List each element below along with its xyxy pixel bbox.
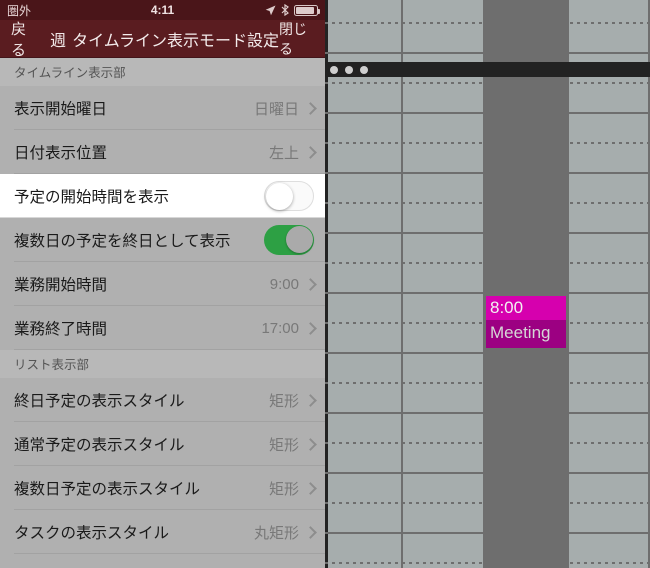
calendar-timeline-panel[interactable]: 8:00 Meeting xyxy=(325,0,650,568)
show-start-time-toggle[interactable] xyxy=(264,181,314,211)
row-show-start-time[interactable]: 予定の開始時間を表示 xyxy=(0,174,325,218)
row-separator xyxy=(14,553,325,554)
allday-dot-icon xyxy=(360,65,368,74)
row-label: タスクの表示スタイル xyxy=(14,525,170,542)
settings-panel: 圏外 4:11 戻る 週 タイムライン表示モード設定 閉じる タイムライン表示部 xyxy=(0,0,325,568)
row-accessory: 17:00 xyxy=(261,320,314,337)
row-multiday-as-allday[interactable]: 複数日の予定を終日として表示 xyxy=(0,218,325,262)
row-accessory: 9:00 xyxy=(270,276,314,293)
status-icons xyxy=(265,4,320,16)
calendar-day-column[interactable] xyxy=(569,0,650,568)
row-value: 矩形 xyxy=(268,392,299,410)
chevron-right-icon xyxy=(306,146,314,159)
row-accessory: 丸矩形 xyxy=(254,522,314,543)
row-value: 矩形 xyxy=(268,480,299,498)
calendar-day-column[interactable] xyxy=(403,0,485,568)
row-accessory: 矩形 xyxy=(269,390,314,411)
row-work-end-time[interactable]: 業務終了時間 17:00 xyxy=(0,306,325,350)
row-accessory xyxy=(264,181,314,211)
page-title: タイムライン表示モード設定 xyxy=(72,32,279,50)
row-value: 矩形 xyxy=(268,436,299,454)
toggle-knob xyxy=(266,183,293,210)
chevron-right-icon xyxy=(306,526,314,539)
chevron-right-icon xyxy=(306,438,314,451)
row-label: 複数日予定の表示スタイル xyxy=(14,481,201,498)
row-label: 予定の開始時間を表示 xyxy=(14,189,170,206)
row-accessory xyxy=(264,225,314,255)
row-accessory: 矩形 xyxy=(269,434,314,455)
row-normal-style[interactable]: 通常予定の表示スタイル 矩形 xyxy=(0,422,325,466)
section-header-timeline: タイムライン表示部 xyxy=(0,58,325,86)
row-label: 業務開始時間 xyxy=(14,277,108,294)
row-label: 業務終了時間 xyxy=(14,321,108,338)
row-allday-style[interactable]: 終日予定の表示スタイル 矩形 xyxy=(0,378,325,422)
battery-icon xyxy=(294,4,320,16)
navigation-bar: 戻る 週 タイムライン表示モード設定 閉じる xyxy=(0,18,325,60)
bluetooth-icon xyxy=(281,4,289,16)
row-separator xyxy=(14,349,325,350)
row-start-weekday[interactable]: 表示開始曜日 日曜日 xyxy=(0,86,325,130)
row-value: 9:00 xyxy=(269,275,299,293)
row-label: 日付表示位置 xyxy=(14,145,108,162)
allday-dot-icon xyxy=(330,65,338,74)
event-title-label: Meeting xyxy=(490,323,551,342)
row-work-start-time[interactable]: 業務開始時間 9:00 xyxy=(0,262,325,306)
status-bar: 圏外 4:11 xyxy=(0,0,325,20)
row-accessory: 左上 xyxy=(269,142,314,163)
row-value: 丸矩形 xyxy=(253,524,299,542)
calendar-day-column[interactable] xyxy=(325,0,403,568)
row-label: 表示開始曜日 xyxy=(14,101,108,118)
calendar-grid xyxy=(325,0,650,568)
allday-dot-icon xyxy=(345,65,353,74)
chevron-right-icon xyxy=(306,322,314,335)
row-date-position[interactable]: 日付表示位置 左上 xyxy=(0,130,325,174)
calendar-event-meeting[interactable]: 8:00 Meeting xyxy=(486,296,566,348)
row-value: 左上 xyxy=(268,144,299,162)
week-button[interactable]: 週 xyxy=(50,27,66,51)
location-arrow-icon xyxy=(265,5,276,16)
calendar-day-column-today[interactable] xyxy=(485,0,569,568)
chevron-right-icon xyxy=(306,394,314,407)
toggle-knob xyxy=(286,226,313,253)
row-label: 通常予定の表示スタイル xyxy=(14,437,185,454)
row-value: 日曜日 xyxy=(253,100,299,118)
chevron-right-icon xyxy=(306,482,314,495)
chevron-right-icon xyxy=(306,102,314,115)
event-time-label: 8:00 xyxy=(486,296,566,320)
allday-events-bar[interactable] xyxy=(325,62,650,77)
settings-table[interactable]: タイムライン表示部 表示開始曜日 日曜日 日付表示位置 左上 予定の開始時間を表… xyxy=(0,58,325,568)
row-label: 複数日の予定を終日として表示 xyxy=(14,233,231,250)
carrier-label: 圏外 xyxy=(7,3,32,18)
row-task-style[interactable]: タスクの表示スタイル 丸矩形 xyxy=(0,510,325,554)
multiday-as-allday-toggle[interactable] xyxy=(264,225,314,255)
app-screen: 圏外 4:11 戻る 週 タイムライン表示モード設定 閉じる タイムライン表示部 xyxy=(0,0,650,568)
close-button[interactable]: 閉じる xyxy=(279,19,314,59)
row-multiday-style[interactable]: 複数日予定の表示スタイル 矩形 xyxy=(0,466,325,510)
chevron-right-icon xyxy=(306,278,314,291)
back-button[interactable]: 戻る xyxy=(11,18,36,60)
row-accessory: 日曜日 xyxy=(254,98,314,119)
section-header-list: リスト表示部 xyxy=(0,350,325,378)
row-value: 17:00 xyxy=(261,319,299,337)
row-accessory: 矩形 xyxy=(269,478,314,499)
row-label: 終日予定の表示スタイル xyxy=(14,393,185,410)
